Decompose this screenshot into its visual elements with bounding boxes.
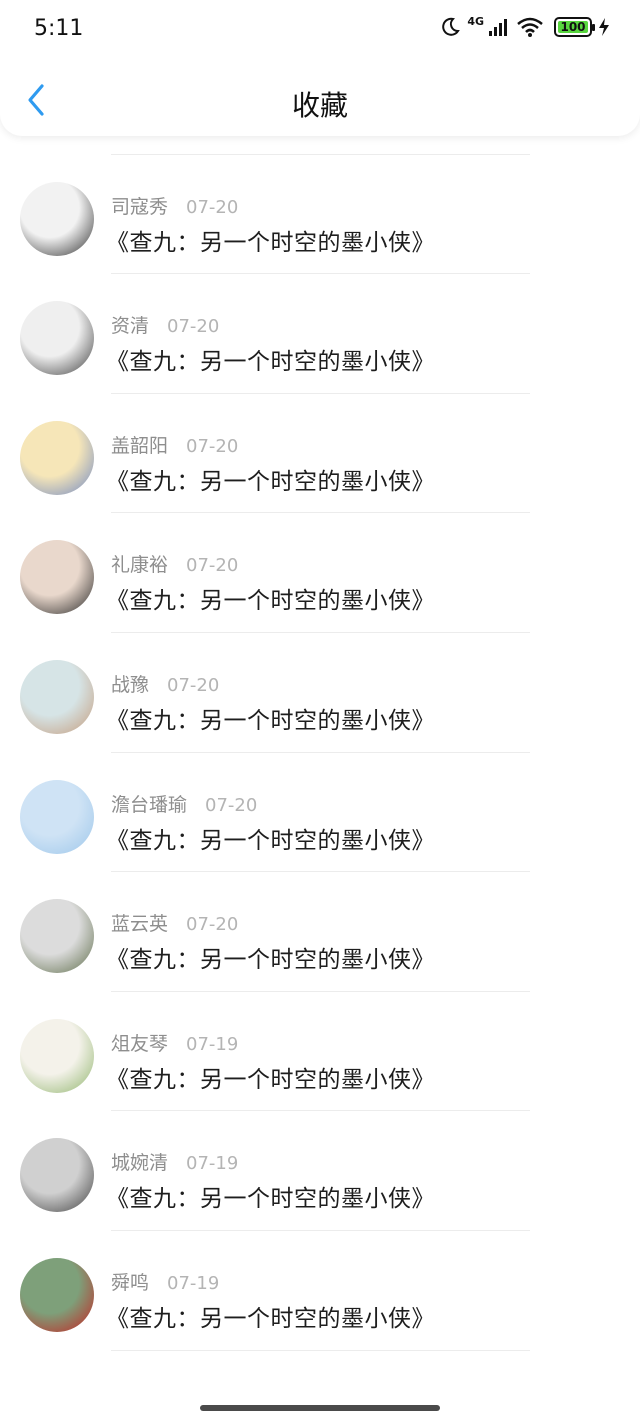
author-name: 蓝云英 [111,913,169,936]
item-meta: 蓝云英 07-20 [111,909,238,936]
item-meta: 战豫 07-20 [111,670,219,697]
item-meta: 舜鸣 07-19 [111,1268,219,1295]
list-item[interactable]: 盖韶阳 07-20 《查九：另一个时空的墨小侠》 [0,394,640,514]
post-date: 07-19 [186,1033,239,1055]
author-name: 礼康裕 [111,554,169,577]
nav-bar: 收藏 [0,68,640,136]
item-meta: 澹台璠瑜 07-20 [111,790,257,817]
item-meta: 俎友琴 07-19 [111,1029,238,1056]
battery-icon: 100 [554,17,595,37]
avatar[interactable] [20,301,94,376]
item-title[interactable]: 《查九：另一个时空的墨小侠》 [106,462,435,496]
moon-icon [439,16,461,38]
item-title[interactable]: 《查九：另一个时空的墨小侠》 [106,821,435,855]
avatar[interactable] [20,659,94,734]
list-item[interactable]: 资清 07-20 《查九：另一个时空的墨小侠》 [0,274,640,394]
avatar[interactable] [20,779,94,854]
charging-icon [598,17,610,37]
author-name: 舜鸣 [111,1271,150,1294]
list-item[interactable]: 司寇秀 07-20 《查九：另一个时空的墨小侠》 [0,155,640,275]
item-title[interactable]: 《查九：另一个时空的墨小侠》 [106,1060,435,1094]
author-name: 司寇秀 [111,195,169,218]
list-item[interactable]: 战豫 07-20 《查九：另一个时空的墨小侠》 [0,633,640,753]
author-name: 城婉清 [111,1152,169,1175]
network-type: 4G [467,14,484,28]
post-date: 07-20 [167,316,220,338]
avatar[interactable] [20,420,94,495]
item-title[interactable]: 《查九：另一个时空的墨小侠》 [106,581,435,615]
status-time: 5:11 [34,16,84,41]
avatar[interactable] [20,540,94,615]
item-title[interactable]: 《查九：另一个时空的墨小侠》 [106,342,435,376]
list-item[interactable]: 礼康裕 07-20 《查九：另一个时空的墨小侠》 [0,513,640,633]
post-date: 07-20 [186,196,239,218]
status-icons: 4G 100 [439,14,610,38]
page-title: 收藏 [291,89,348,122]
item-meta: 资清 07-20 [111,311,219,338]
list-item[interactable]: 舜鸣 07-19 《查九：另一个时空的墨小侠》 [0,1231,640,1351]
avatar[interactable] [20,1018,94,1093]
post-date: 07-20 [186,435,239,457]
divider [111,1349,530,1351]
author-name: 资清 [111,315,150,338]
avatar[interactable] [20,1257,94,1332]
author-name: 俎友琴 [111,1032,169,1055]
status-bar: 5:11 4G 100 [0,0,640,60]
wifi-icon [516,16,544,38]
post-date: 07-19 [167,1272,220,1294]
list-item[interactable]: 澹台璠瑜 07-20 《查九：另一个时空的墨小侠》 [0,753,640,873]
item-meta: 盖韶阳 07-20 [111,431,238,458]
avatar[interactable] [20,899,94,974]
post-date: 07-20 [186,555,239,577]
item-title[interactable]: 《查九：另一个时空的墨小侠》 [106,940,435,974]
home-indicator[interactable] [200,1405,440,1411]
list-item[interactable]: 俎友琴 07-19 《查九：另一个时空的墨小侠》 [0,992,640,1112]
favorites-list: 《查九：另一个时空的墨小侠》司寇秀07-20《查九：另一个时空的墨小侠》资清07… [0,62,640,1351]
item-title[interactable]: 《查九：另一个时空的墨小侠》 [106,1299,435,1333]
item-meta: 礼康裕 07-20 [111,550,238,577]
battery-text: 100 [560,20,586,34]
post-date: 07-20 [205,794,258,816]
item-title[interactable]: 《查九：另一个时空的墨小侠》 [106,1179,435,1213]
avatar[interactable] [20,181,94,256]
avatar[interactable] [20,1138,94,1213]
post-date: 07-20 [186,914,239,936]
list-item[interactable]: 城婉清 07-19 《查九：另一个时空的墨小侠》 [0,1111,640,1231]
author-name: 澹台璠瑜 [111,793,188,816]
item-meta: 司寇秀 07-20 [111,192,238,219]
post-date: 07-19 [186,1153,239,1175]
author-name: 战豫 [111,673,150,696]
post-date: 07-20 [167,674,220,696]
author-name: 盖韶阳 [111,434,169,457]
item-meta: 城婉清 07-19 [111,1148,238,1175]
item-title[interactable]: 《查九：另一个时空的墨小侠》 [106,701,435,735]
signal-icon [488,17,510,37]
list-item[interactable]: 蓝云英 07-20 《查九：另一个时空的墨小侠》 [0,872,640,992]
app-header: 5:11 4G 100 收藏 [0,0,640,136]
item-title[interactable]: 《查九：另一个时空的墨小侠》 [106,223,435,257]
